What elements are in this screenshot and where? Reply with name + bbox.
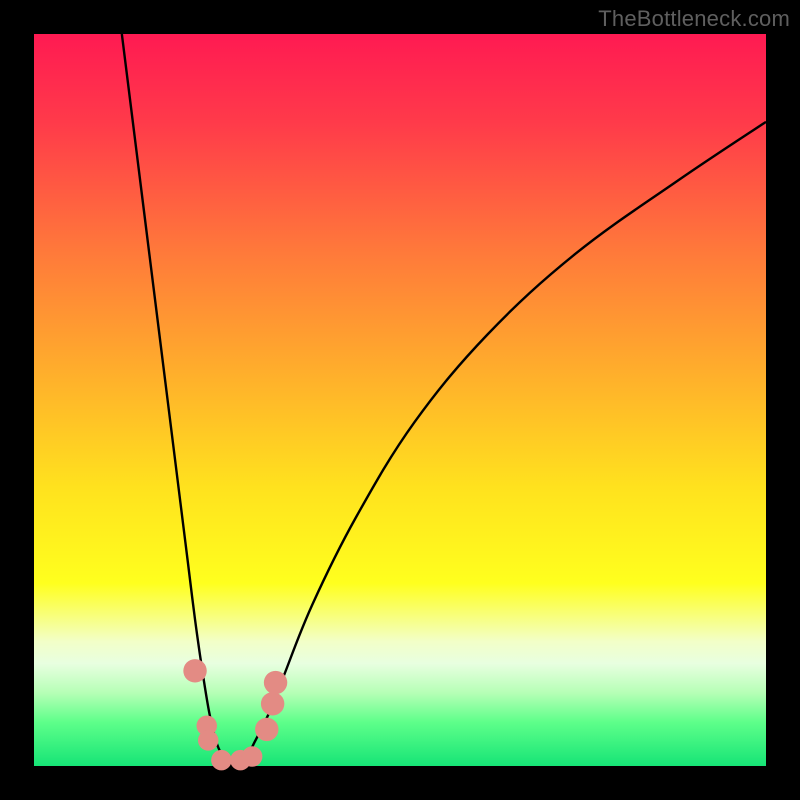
data-marker — [264, 671, 287, 694]
data-marker — [183, 659, 206, 682]
plot-area — [34, 34, 766, 766]
marker-layer — [183, 659, 287, 770]
data-marker — [255, 718, 278, 741]
data-marker — [261, 692, 284, 715]
bottleneck-curve — [122, 34, 766, 767]
data-marker — [242, 746, 262, 766]
chart-frame: TheBottleneck.com — [0, 0, 800, 800]
data-marker — [198, 730, 218, 750]
data-marker — [211, 750, 231, 770]
chart-svg — [34, 34, 766, 766]
watermark-text: TheBottleneck.com — [598, 6, 790, 32]
